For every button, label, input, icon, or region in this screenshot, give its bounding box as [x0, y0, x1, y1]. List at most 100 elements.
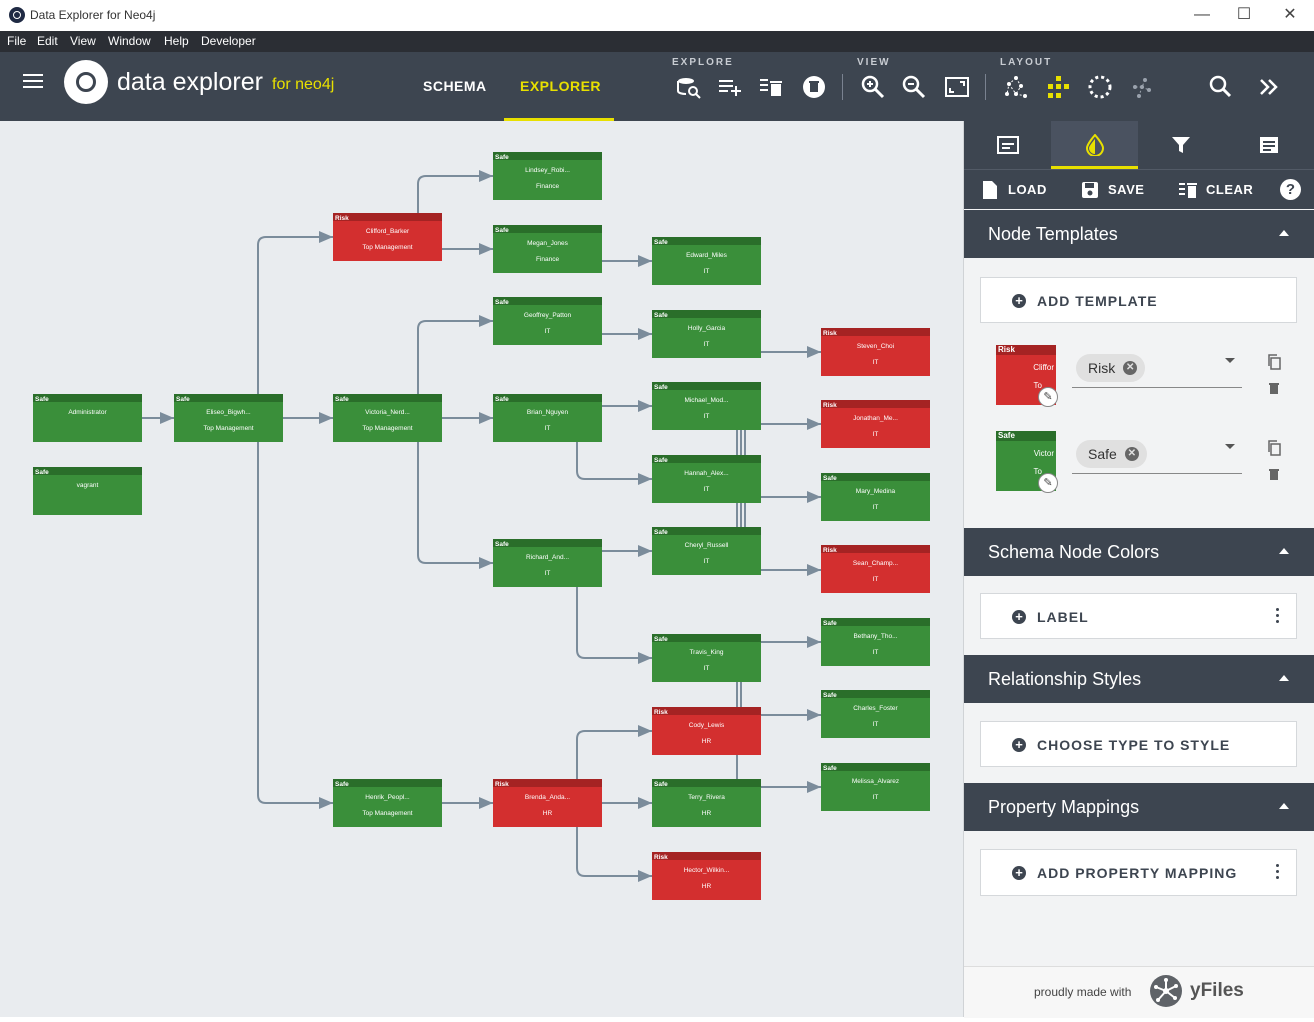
- template-preview-safe[interactable]: Safe Victor To ✎: [996, 431, 1058, 493]
- graph-node-brian[interactable]: Safe Brian_Nguyen IT: [493, 394, 602, 442]
- graph-node-terry[interactable]: Safe Terry_Rivera HR: [652, 779, 761, 827]
- graph-node-holly[interactable]: Safe Holly_Garcia IT: [652, 310, 761, 358]
- graph-node-richard[interactable]: Safe Richard_And... IT: [493, 539, 602, 587]
- graph-node-eliseo[interactable]: Safe Eliseo_Bigwh... Top Management: [174, 394, 283, 442]
- trash-icon[interactable]: [1268, 467, 1280, 481]
- graph-node-admin[interactable]: Safe Administrator: [33, 394, 142, 442]
- clear-button[interactable]: CLEAR: [1176, 170, 1266, 210]
- section-header-property-mappings[interactable]: Property Mappings: [964, 783, 1314, 831]
- graph-node-charles[interactable]: Safe Charles_Foster IT: [821, 690, 930, 738]
- graph-node-melissa[interactable]: Safe Melissa_Alvarez IT: [821, 763, 930, 811]
- menu-developer[interactable]: Developer: [201, 34, 256, 48]
- database-search-icon[interactable]: [676, 74, 702, 100]
- graph-node-henrik[interactable]: Safe Henrik_Peopl... Top Management: [333, 779, 442, 827]
- edit-pencil-icon[interactable]: ✎: [1038, 473, 1058, 493]
- graph-node-sean[interactable]: Risk Sean_Champ... IT: [821, 545, 930, 593]
- template-preview-risk[interactable]: Risk Cliffor To ✎: [996, 345, 1058, 407]
- add-property-mapping-button[interactable]: + ADD PROPERTY MAPPING: [980, 849, 1297, 896]
- collapse-caret-icon[interactable]: [1279, 230, 1289, 236]
- graph-node-edward[interactable]: Safe Edward_Miles IT: [652, 237, 761, 285]
- relationship-edge[interactable]: [257, 231, 333, 394]
- graph-node-geoffrey[interactable]: Safe Geoffrey_Patton IT: [493, 297, 602, 345]
- copy-icon[interactable]: [1267, 354, 1281, 370]
- chevron-down-icon[interactable]: [1225, 444, 1235, 449]
- tab-styles[interactable]: [1051, 121, 1138, 169]
- menu-help[interactable]: Help: [164, 34, 189, 48]
- add-label-button[interactable]: + LABEL: [980, 593, 1297, 639]
- graph-node-megan[interactable]: Safe Megan_Jones Finance: [493, 225, 602, 273]
- fit-to-screen-icon[interactable]: [944, 74, 970, 100]
- tab-filter[interactable]: [1138, 121, 1225, 169]
- menu-window[interactable]: Window: [108, 34, 151, 48]
- template-label-chip[interactable]: Safe ✕: [1076, 440, 1147, 468]
- section-header-relationship-styles[interactable]: Relationship Styles: [964, 655, 1314, 703]
- copy-icon[interactable]: [1267, 440, 1281, 456]
- relationship-edge[interactable]: [576, 827, 652, 882]
- relationship-edge[interactable]: [417, 170, 493, 213]
- tab-info[interactable]: [964, 121, 1051, 169]
- tab-notes[interactable]: [1225, 121, 1312, 169]
- graph-node-steven[interactable]: Risk Steven_Choi IT: [821, 328, 930, 376]
- add-to-list-icon[interactable]: [717, 74, 743, 100]
- graph-node-clifford[interactable]: Risk Clifford_Barker Top Management: [333, 213, 442, 261]
- zoom-in-icon[interactable]: [860, 74, 886, 100]
- clear-list-icon[interactable]: [758, 74, 784, 100]
- chip-remove-icon[interactable]: ✕: [1123, 361, 1138, 375]
- chevron-down-icon[interactable]: [1225, 358, 1235, 363]
- more-vertical-icon[interactable]: [1276, 608, 1280, 626]
- collapse-caret-icon[interactable]: [1279, 675, 1289, 681]
- radial-layout-icon[interactable]: [1129, 74, 1155, 100]
- graph-node-michael[interactable]: Safe Michael_Mod... IT: [652, 382, 761, 430]
- relationship-edge[interactable]: [257, 442, 333, 809]
- maximize-button[interactable]: ☐: [1229, 4, 1259, 26]
- search-icon[interactable]: [1208, 74, 1234, 100]
- tab-schema[interactable]: SCHEMA: [423, 78, 487, 94]
- zoom-out-icon[interactable]: [901, 74, 927, 100]
- graph-svg[interactable]: Safe Lindsey_Robi... Finance Risk Clifford_B…: [0, 121, 963, 1017]
- circular-layout-icon[interactable]: [1087, 74, 1113, 100]
- graph-node-hector[interactable]: Risk Hector_Wilkin... HR: [652, 852, 761, 900]
- choose-type-button[interactable]: + CHOOSE TYPE TO STYLE: [980, 721, 1297, 767]
- graph-node-mary[interactable]: Safe Mary_Medina IT: [821, 473, 930, 521]
- graph-node-vagrant[interactable]: Safe vagrant: [33, 467, 142, 515]
- menu-file[interactable]: File: [7, 34, 26, 48]
- collapse-caret-icon[interactable]: [1279, 548, 1289, 554]
- hierarchic-layout-icon[interactable]: [1045, 74, 1071, 100]
- chip-remove-icon[interactable]: ✕: [1124, 447, 1139, 461]
- more-vertical-icon[interactable]: [1276, 864, 1280, 882]
- section-header-node-templates[interactable]: Node Templates: [964, 210, 1314, 258]
- graph-node-travis[interactable]: Safe Travis_King IT: [652, 634, 761, 682]
- load-button[interactable]: LOAD: [980, 170, 1060, 210]
- collapse-caret-icon[interactable]: [1279, 803, 1289, 809]
- section-header-schema-node-colors[interactable]: Schema Node Colors: [964, 528, 1314, 576]
- delete-circle-icon[interactable]: [801, 74, 827, 100]
- menu-edit[interactable]: Edit: [37, 34, 58, 48]
- yfiles-logo-icon[interactable]: [1150, 975, 1182, 1007]
- save-button[interactable]: SAVE: [1079, 170, 1159, 210]
- template-label-chip[interactable]: Risk ✕: [1076, 354, 1146, 382]
- relationship-edge[interactable]: [576, 725, 652, 779]
- tab-explorer[interactable]: EXPLORER: [520, 78, 601, 94]
- graph-node-bethany[interactable]: Safe Bethany_Tho... IT: [821, 618, 930, 666]
- relationship-edge[interactable]: [417, 442, 493, 569]
- graph-node-lindsey[interactable]: Safe Lindsey_Robi... Finance: [493, 152, 602, 200]
- organic-layout-icon[interactable]: [1003, 74, 1029, 100]
- graph-node-jonathan[interactable]: Risk Jonathan_Me... IT: [821, 400, 930, 448]
- graph-canvas[interactable]: Safe Lindsey_Robi... Finance Risk Clifford_B…: [0, 121, 963, 1017]
- relationship-edge[interactable]: [417, 315, 493, 394]
- relationship-edge[interactable]: [576, 442, 652, 485]
- add-template-button[interactable]: + ADD TEMPLATE: [980, 277, 1297, 323]
- hamburger-menu-icon[interactable]: [23, 80, 43, 82]
- minimize-button[interactable]: —: [1187, 4, 1217, 26]
- relationship-edge[interactable]: [576, 587, 652, 664]
- edit-pencil-icon[interactable]: ✎: [1038, 387, 1058, 407]
- menu-view[interactable]: View: [70, 34, 96, 48]
- trash-icon[interactable]: [1268, 381, 1280, 395]
- chevron-double-right-icon[interactable]: [1256, 74, 1282, 100]
- help-button[interactable]: ?: [1280, 179, 1301, 200]
- graph-node-cheryl[interactable]: Safe Cheryl_Russell IT: [652, 527, 761, 575]
- graph-node-victoria[interactable]: Safe Victoria_Nerd... Top Management: [333, 394, 442, 442]
- graph-node-hannah[interactable]: Safe Hannah_Alex... IT: [652, 455, 761, 503]
- graph-node-brenda[interactable]: Risk Brenda_Anda... HR: [493, 779, 602, 827]
- close-window-button[interactable]: ✕: [1275, 4, 1305, 26]
